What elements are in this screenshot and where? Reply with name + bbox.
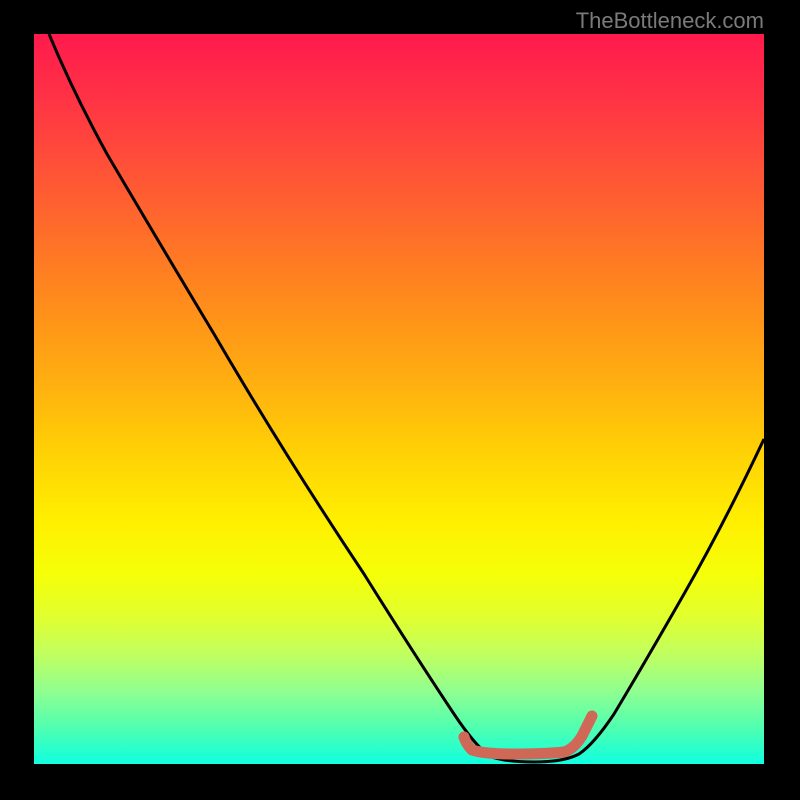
chart-container: TheBottleneck.com [0, 0, 800, 800]
marker-start-dot [459, 732, 470, 743]
optimal-range-marker [464, 716, 592, 754]
watermark-text: TheBottleneck.com [576, 8, 764, 34]
bottleneck-curve [49, 34, 764, 762]
plot-area [34, 34, 764, 764]
chart-svg [34, 34, 764, 764]
